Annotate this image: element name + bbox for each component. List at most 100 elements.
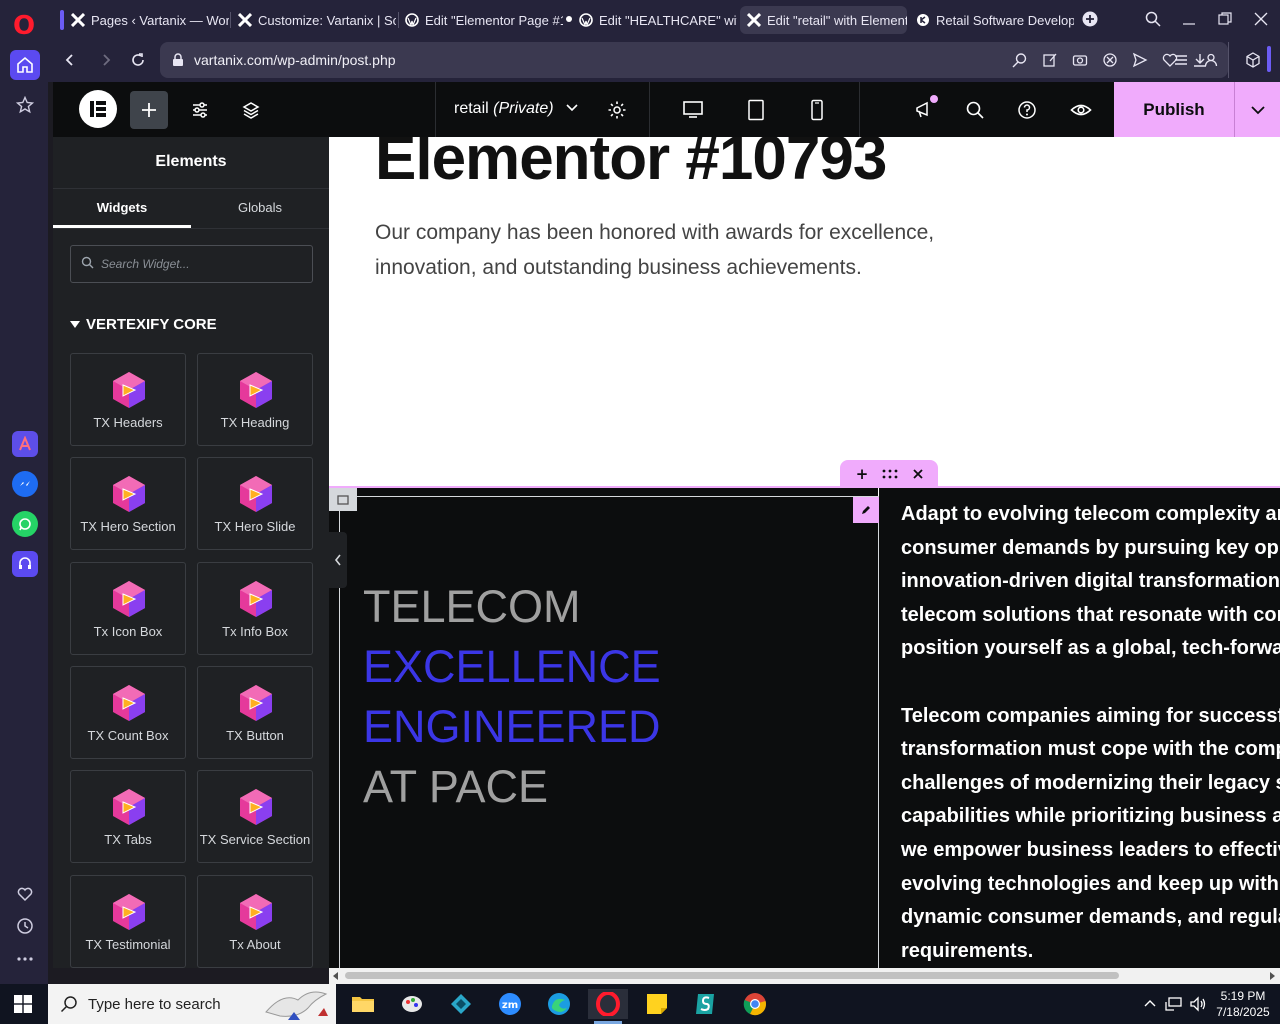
widget-tx-service-section[interactable]: TX Service Section (197, 770, 313, 864)
star-icon[interactable] (10, 90, 40, 120)
back-icon[interactable] (60, 50, 80, 70)
chevron-left-icon (334, 554, 341, 566)
tab-healthcare[interactable]: Edit "HEALTHCARE" with (572, 6, 737, 34)
category-vertexify-core[interactable]: VERTEXIFY CORE (70, 316, 217, 333)
opera-logo-icon[interactable]: O (10, 12, 38, 40)
lock-icon[interactable] (168, 50, 188, 70)
paint-app-icon[interactable] (392, 989, 432, 1019)
intro-paragraph[interactable]: Our company has been honored with awards… (375, 215, 995, 285)
chrome-browser-icon[interactable] (735, 989, 775, 1019)
browser-sidebar: O (0, 0, 48, 984)
widget-tx-headers[interactable]: TX Headers (70, 353, 186, 446)
notification-dot (930, 95, 938, 103)
finder-search-icon[interactable] (956, 91, 994, 129)
widget-tx-button[interactable]: TX Button (197, 665, 313, 759)
restore-button[interactable] (1214, 8, 1236, 30)
widget-label: TX Service Section (199, 832, 311, 848)
page-heading[interactable]: Elementor #10793 (375, 137, 887, 194)
tab-retail-software[interactable]: Retail Software Developm (909, 6, 1074, 34)
collapse-panel-button[interactable] (329, 532, 347, 588)
telecom-headline[interactable]: TELECOM EXCELLENCE ENGINEERED AT PACE (363, 577, 661, 817)
app-diamond-icon[interactable] (441, 989, 481, 1019)
page-name-dropdown[interactable]: retail (Private) (454, 100, 578, 118)
help-icon[interactable] (1008, 91, 1046, 129)
heart-icon[interactable] (10, 879, 40, 909)
widget-tx-count-box[interactable]: TX Count Box (70, 665, 186, 759)
opera-taskbar-icon[interactable] (588, 989, 628, 1024)
structure-layers-icon[interactable] (232, 91, 270, 129)
column-handle[interactable] (329, 488, 357, 511)
close-window-button[interactable] (1250, 8, 1272, 30)
find-icon[interactable] (1010, 50, 1030, 70)
widget-tx-hero-section[interactable]: TX Hero Section (70, 457, 186, 551)
delete-section-button[interactable] (908, 464, 928, 484)
minimize-button[interactable] (1178, 8, 1200, 30)
add-element-button[interactable] (130, 91, 168, 129)
send-icon[interactable] (1130, 50, 1150, 70)
add-section-button[interactable]: + (852, 464, 872, 484)
tab-pages[interactable]: Pages ‹ Vartanix — WordF (64, 6, 229, 34)
publish-button[interactable]: Publish (1114, 82, 1234, 137)
scrollbar-thumb[interactable] (345, 972, 1119, 979)
whatsapp-icon[interactable] (12, 511, 38, 537)
network-icon[interactable] (1162, 989, 1186, 1019)
taskbar-search-box[interactable]: Type here to search (48, 984, 336, 1024)
edge-browser-icon[interactable] (539, 989, 579, 1019)
chevron-down-icon (566, 100, 578, 118)
clock[interactable]: 5:19 PM 7/18/2025 (1212, 988, 1274, 1020)
reload-icon[interactable] (128, 50, 148, 70)
publish-options-button[interactable] (1234, 82, 1280, 137)
forward-icon[interactable] (96, 50, 116, 70)
widget-tx-about[interactable]: Tx About (197, 874, 313, 968)
windows-start-icon[interactable] (14, 995, 32, 1013)
history-icon[interactable] (10, 911, 40, 941)
tab-globals[interactable]: Globals (191, 189, 329, 228)
drag-handle-icon[interactable] (880, 464, 900, 484)
music-player-icon[interactable] (12, 551, 38, 577)
widget-tx-tabs[interactable]: TX Tabs (70, 770, 186, 864)
desktop-view-icon[interactable] (674, 91, 712, 129)
preview-eye-icon[interactable] (1062, 91, 1100, 129)
horizontal-scrollbar[interactable] (329, 968, 1280, 984)
widget-search-box[interactable] (70, 245, 313, 283)
widget-tx-hero-slide[interactable]: TX Hero Slide (197, 457, 313, 551)
new-tab-button[interactable] (1079, 8, 1101, 30)
telecom-body-text[interactable]: Adapt to evolving telecom complexity an … (901, 498, 1280, 968)
volume-icon[interactable] (1186, 989, 1210, 1019)
sticky-notes-icon[interactable] (637, 989, 677, 1019)
file-explorer-icon[interactable] (343, 989, 383, 1019)
profile-icon[interactable] (1201, 50, 1221, 70)
right-column[interactable]: Adapt to evolving telecom complexity an … (879, 488, 1280, 968)
vertexify-cube-icon (109, 683, 149, 723)
elementor-logo-icon[interactable] (79, 90, 117, 128)
messenger-icon[interactable] (12, 471, 38, 497)
extensions-icon[interactable] (1243, 50, 1263, 70)
tab-search-icon[interactable] (1142, 8, 1164, 30)
widget-tx-heading[interactable]: TX Heading (197, 353, 313, 446)
home-icon[interactable] (10, 50, 40, 80)
mobile-view-icon[interactable] (798, 91, 836, 129)
tab-retail-active[interactable]: Edit "retail" with Elemento (740, 6, 907, 34)
easy-setup-icon[interactable] (1171, 50, 1191, 70)
tab-customize[interactable]: Customize: Vartanix | Soft (231, 6, 396, 34)
more-icon[interactable] (10, 944, 40, 974)
tab-elementor-page[interactable]: Edit "Elementor Page #10 (398, 6, 563, 34)
tab-widgets[interactable]: Widgets (53, 189, 191, 228)
aria-app-icon[interactable] (12, 431, 38, 457)
widget-tx-info-box[interactable]: Tx Info Box (197, 561, 313, 655)
app-s-icon[interactable] (686, 989, 726, 1019)
widget-tx-icon-box[interactable]: Tx Icon Box (70, 561, 186, 655)
url-field[interactable]: vartanix.com/wp-admin/post.php (160, 42, 1228, 78)
tablet-view-icon[interactable] (737, 91, 775, 129)
edit-widget-pencil-icon[interactable] (853, 497, 879, 523)
widget-tx-testimonial[interactable]: TX Testimonial (70, 874, 186, 968)
camera-icon[interactable] (1070, 50, 1090, 70)
widget-search-input[interactable] (101, 254, 301, 274)
show-hidden-icons-chevron[interactable] (1138, 989, 1162, 1019)
zoom-app-icon[interactable]: zm (490, 989, 530, 1019)
chevron-down-icon (1250, 105, 1265, 114)
page-settings-gear-icon[interactable] (598, 91, 636, 129)
site-settings-icon[interactable] (181, 91, 219, 129)
block-ads-icon[interactable] (1100, 50, 1120, 70)
edit-icon[interactable] (1040, 50, 1060, 70)
